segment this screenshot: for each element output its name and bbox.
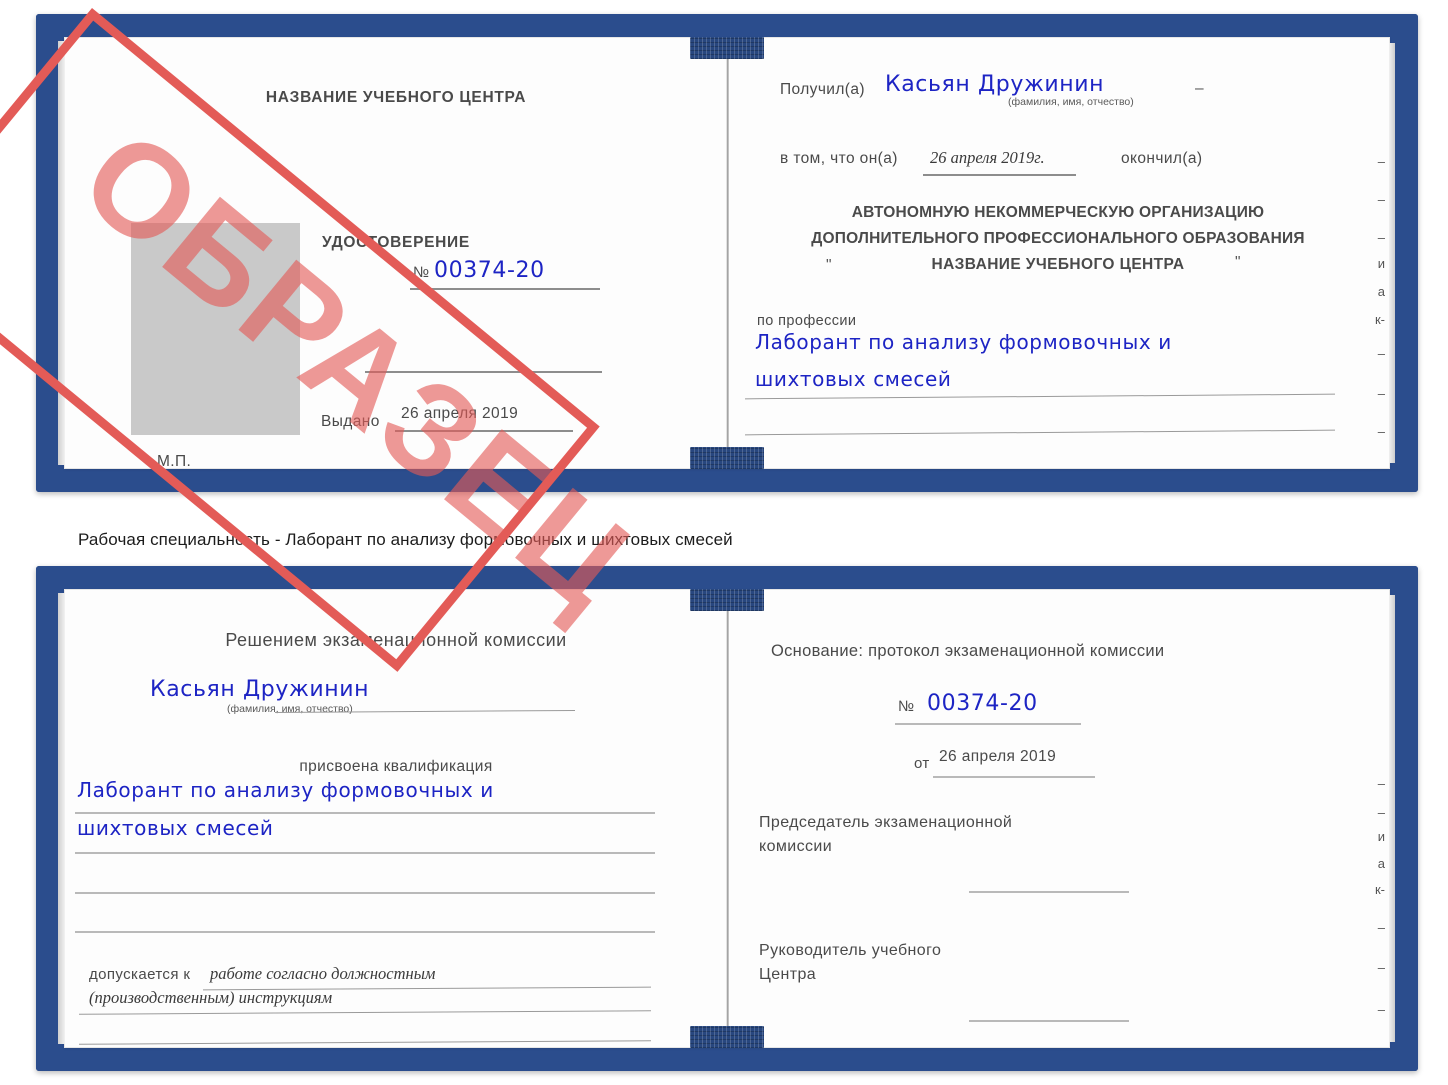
edge-fragment-9: – [1377,424,1385,439]
number-label: № [413,264,430,281]
number-rule [410,288,600,290]
protocol-number-value: 00374-20 [927,691,1038,716]
protocol-date-rule [933,776,1095,778]
head-signature-rule [969,1020,1129,1022]
edge-fragment-b6: – [1377,920,1385,935]
recipient-name-value: Касьян Дружинин [150,677,370,702]
blank-rule-1 [365,371,602,373]
received-label: Получил(а) [780,81,865,98]
edge-fragment-8: – [1377,386,1385,401]
edge-fragment-b7: – [1377,960,1385,975]
quote-close: " [1235,254,1241,271]
edge-fragment-b3: и [1377,829,1385,844]
edge-dash-a: – [1195,80,1204,97]
qualification-rule-1 [75,812,655,814]
blank-rule-3 [75,931,655,933]
qualification-rule-2 [75,852,655,854]
edge-fragment-7: – [1377,346,1385,361]
qualification-label: присвоена квалификация [299,758,493,775]
spine-ribbon-top-lower [690,447,764,469]
issued-date-value: 26 апреля 2019 [401,405,519,422]
certificate-number-value: 00374-20 [434,258,545,283]
document-type-label: УДОСТОВЕРЕНИЕ [322,234,470,251]
spine-fold-top [726,38,729,468]
blank-rule-2 [75,892,655,894]
spine-ribbon-bottom-lower [690,1026,764,1048]
edge-fragment-1: – [1377,154,1385,169]
profession-value-line-2: шихтовых смесей [755,367,952,391]
profession-label: по профессии [757,313,857,329]
certificate-book-top: НАЗВАНИЕ УЧЕБНОГО ЦЕНТРА УДОСТОВЕРЕНИЕ №… [36,14,1418,492]
edge-fragment-b1: – [1377,776,1385,791]
that-he-label: в том, что он(а) [780,150,898,167]
decision-title: Решением экзаменационной комиссии [225,630,567,650]
profession-value-line-1: Лаборант по анализу формовочных и [755,330,1172,354]
received-name-value: Касьян Дружинин [885,72,1105,97]
issued-rule [395,430,573,432]
admitted-rule-3 [79,1040,651,1046]
protocol-date-value: 26 апреля 2019 [939,748,1057,765]
photo-placeholder [131,223,300,435]
spine-ribbon-bottom-upper [690,589,764,611]
edge-fragment-b4: а [1377,856,1385,871]
spine-fold-bottom [726,590,729,1047]
basis-label: Основание: протокол экзаменационной коми… [771,642,1165,660]
head-label-line-2: Центра [759,966,817,983]
image-caption: Рабочая специальность - Лаборант по анал… [78,530,733,549]
edge-fragment-2: – [1377,192,1385,207]
organization-name: НАЗВАНИЕ УЧЕБНОГО ЦЕНТРА [931,256,1185,273]
admitted-value-line-2: (производственным) инструкциям [89,988,333,1007]
certificate-book-bottom: Решением экзаменационной комиссии Касьян… [36,566,1418,1071]
admitted-rule-2 [79,1010,651,1016]
chairman-signature-rule [969,891,1129,893]
fio-hint: (фамилия, имя, отчество) [1008,96,1134,108]
chairman-label-line-2: комиссии [759,838,833,855]
profession-rule-1 [745,393,1335,400]
certificate-top-right-page: Получил(а) Касьян Дружинин (фамилия, имя… [727,38,1389,468]
organization-line-1: АВТОНОМНУЮ НЕКОММЕРЧЕСКУЮ ОРГАНИЗАЦИЮ [851,204,1265,221]
chairman-label-line-1: Председатель экзаменационной [759,814,1013,831]
issued-label: Выдано [321,413,380,430]
spine-ribbon-top-upper [690,37,764,59]
edge-fragment-b8: – [1377,1002,1385,1017]
edge-fragment-3: – [1377,230,1385,245]
qualification-value-line-1: Лаборант по анализу формовочных и [77,778,494,802]
finished-label: окончил(а) [1121,150,1203,167]
protocol-number-label: № [898,698,915,715]
certificate-bottom-right-page: Основание: протокол экзаменационной коми… [727,590,1389,1047]
completion-date-value: 26 апреля 2019г. [930,148,1045,167]
protocol-number-rule [895,723,1081,725]
seal-label: М.П. [157,453,192,468]
completion-date-rule [923,174,1076,176]
certificate-top-pages: НАЗВАНИЕ УЧЕБНОГО ЦЕНТРА УДОСТОВЕРЕНИЕ №… [58,37,1395,469]
edge-fragment-b2: – [1377,805,1385,820]
edge-fragment-5: а [1377,284,1385,299]
certificate-top-left-page: НАЗВАНИЕ УЧЕБНОГО ЦЕНТРА УДОСТОВЕРЕНИЕ №… [65,38,727,468]
edge-fragment-b5: к- [1374,882,1385,897]
admitted-value-line-1: работе согласно должностным [210,964,436,983]
edge-fragment-4: и [1377,256,1385,271]
certificate-bottom-left-page: Решением экзаменационной комиссии Касьян… [65,590,727,1047]
certificate-bottom-pages: Решением экзаменационной комиссии Касьян… [58,589,1395,1048]
admitted-label: допускается к [89,966,191,983]
profession-rule-2 [745,429,1335,436]
protocol-date-label: от [914,755,930,772]
training-center-title: НАЗВАНИЕ УЧЕБНОГО ЦЕНТРА [265,89,527,106]
organization-line-2: ДОПОЛНИТЕЛЬНОГО ПРОФЕССИОНАЛЬНОГО ОБРАЗО… [811,230,1305,247]
edge-fragment-6: к- [1374,312,1385,327]
head-label-line-1: Руководитель учебного [759,942,942,959]
qualification-value-line-2: шихтовых смесей [77,816,274,840]
